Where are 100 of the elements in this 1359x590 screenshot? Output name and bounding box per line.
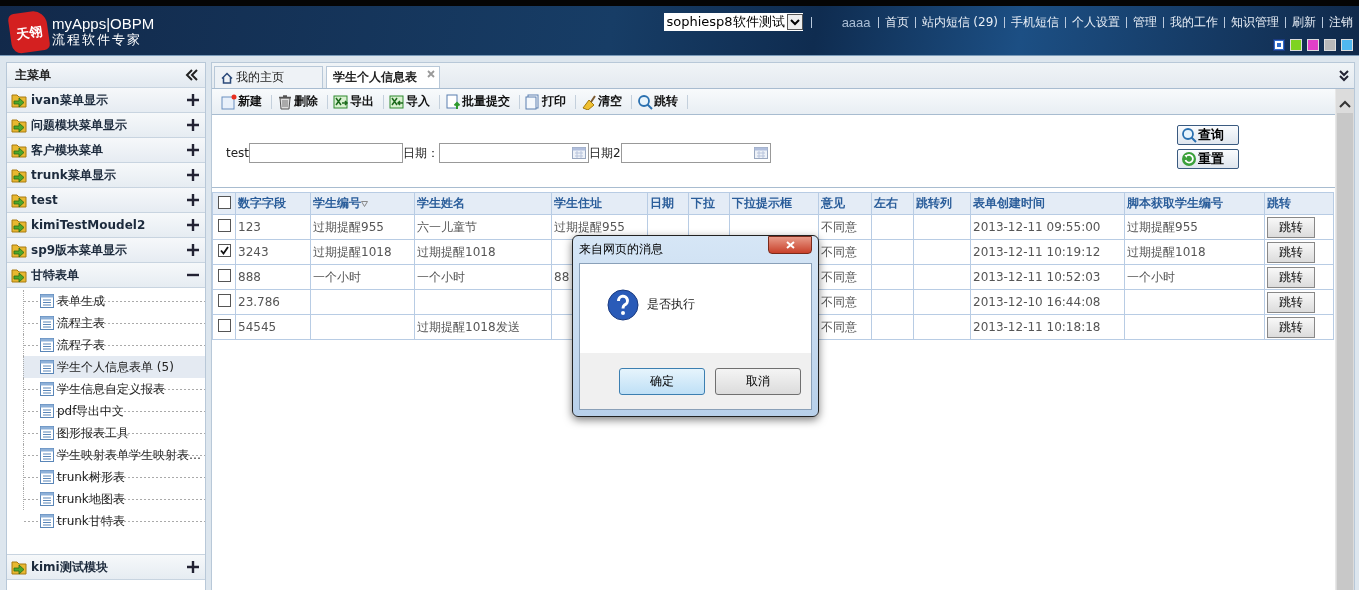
column-header[interactable]: 学生编号 xyxy=(310,192,415,215)
close-icon xyxy=(785,240,795,249)
scroll-up-icon[interactable] xyxy=(1338,99,1352,109)
table-cell: 23.786 xyxy=(235,289,311,315)
collapse-icon[interactable] xyxy=(185,69,199,81)
nav-link[interactable]: 站内短信 (29) xyxy=(914,16,1004,28)
table-cell: 2013-12-11 09:55:00 xyxy=(970,214,1125,240)
table-cell: 一个小时 xyxy=(310,264,415,290)
checkbox[interactable] xyxy=(217,294,231,307)
table-cell: 过期提醒1018 xyxy=(310,239,415,265)
table-icon xyxy=(40,338,54,352)
brush-icon xyxy=(581,93,597,110)
tab[interactable]: 我的主页 xyxy=(214,66,323,88)
column-header[interactable]: 学生姓名 xyxy=(414,192,552,215)
menu-header[interactable]: test xyxy=(7,188,205,213)
folder-icon xyxy=(11,192,27,208)
column-header[interactable]: 脚本获取学生编号 xyxy=(1124,192,1265,215)
jump-button[interactable]: 跳转 xyxy=(1267,216,1315,238)
tree-item[interactable]: 流程子表 xyxy=(23,334,205,356)
tree-item[interactable]: 表单生成 xyxy=(23,290,205,312)
tree-item[interactable]: 流程主表 xyxy=(23,312,205,334)
table-cell: 2013-12-11 10:19:12 xyxy=(970,239,1125,265)
tab[interactable]: 学生个人信息表 xyxy=(326,66,440,88)
checkbox[interactable] xyxy=(217,269,231,282)
table-cell: 过期提醒1018 xyxy=(1124,239,1265,265)
nav-link[interactable]: 手机短信 xyxy=(1004,16,1065,28)
home-icon xyxy=(221,71,233,84)
menu-header[interactable]: 甘特表单 xyxy=(7,263,205,288)
theme-swatch[interactable] xyxy=(1273,39,1285,51)
toolbar-button[interactable]: 批量提交 xyxy=(442,94,520,109)
nav-link[interactable]: 管理 xyxy=(1126,16,1163,28)
column-header[interactable]: 下拉 xyxy=(688,192,730,215)
column-header[interactable]: 意见 xyxy=(818,192,872,215)
tree-item[interactable]: trunk树形表 xyxy=(23,466,205,488)
menu-header[interactable]: trunk菜单显示 xyxy=(7,163,205,188)
nav-link[interactable]: 刷新 xyxy=(1285,16,1322,28)
ok-button[interactable]: 确定 xyxy=(619,367,705,395)
menu-header[interactable]: ivan菜单显示 xyxy=(7,88,205,113)
column-header[interactable]: 数字字段 xyxy=(235,192,311,215)
input-field[interactable] xyxy=(249,143,404,163)
toolbar-button[interactable]: 导出 xyxy=(330,94,384,109)
column-header[interactable]: 表单创建时间 xyxy=(970,192,1125,215)
column-header[interactable]: 跳转列 xyxy=(913,192,971,215)
close-icon[interactable] xyxy=(427,70,435,78)
menu-header[interactable]: kimi测试模块 xyxy=(7,555,205,580)
column-header[interactable]: 下拉提示框 xyxy=(729,192,819,215)
toolbar-button[interactable]: 跳转 xyxy=(634,94,688,109)
tab-menu-icon[interactable] xyxy=(1337,68,1351,83)
query-button[interactable]: 查询 xyxy=(1177,125,1239,145)
cancel-button[interactable]: 取消 xyxy=(715,367,801,395)
search-icon xyxy=(1181,127,1197,143)
column-header[interactable]: 左右 xyxy=(871,192,914,215)
app-title: myApps|OBPM xyxy=(52,16,155,32)
toolbar-button[interactable]: 清空 xyxy=(578,94,632,109)
date-field[interactable] xyxy=(439,143,590,163)
workspace-select[interactable]: sophiesp8软件测试 xyxy=(663,13,803,31)
expand-icon xyxy=(187,169,199,181)
toolbar-button[interactable]: 删除 xyxy=(274,94,328,109)
scrollbar[interactable] xyxy=(1335,89,1354,590)
nav-link[interactable]: 个人设置 xyxy=(1065,16,1126,28)
pages-icon xyxy=(525,93,541,110)
menu-header[interactable]: 客户模块菜单 xyxy=(7,138,205,163)
jump-button[interactable]: 跳转 xyxy=(1267,291,1315,313)
expand-icon xyxy=(187,219,199,231)
tree-item[interactable]: pdf导出中文 xyxy=(23,400,205,422)
tree-item[interactable]: 学生信息自定义报表 xyxy=(23,378,205,400)
column-header[interactable]: 学生住址 xyxy=(551,192,648,215)
menu-header[interactable]: 问题模块菜单显示 xyxy=(7,113,205,138)
menu-header[interactable]: sp9版本菜单显示 xyxy=(7,238,205,263)
menu-header[interactable]: kimiTestMoudel2 xyxy=(7,213,205,238)
tree-item[interactable]: 学生个人信息表单 (5) xyxy=(23,356,205,378)
tree-item[interactable]: 学生映射表单学生映射表… xyxy=(23,444,205,466)
nav-link[interactable]: 首页 xyxy=(877,16,915,28)
jump-button[interactable]: 跳转 xyxy=(1267,316,1315,338)
checkbox[interactable] xyxy=(217,219,231,232)
toolbar-button[interactable]: 导入 xyxy=(386,94,440,109)
table-cell: 一个小时 xyxy=(1124,264,1265,290)
toolbar-button[interactable]: 新建 xyxy=(218,94,272,109)
jump-button[interactable]: 跳转 xyxy=(1267,266,1315,288)
folder-icon xyxy=(11,242,27,258)
column-header[interactable]: 日期 xyxy=(647,192,689,215)
document-upload-icon xyxy=(445,93,461,110)
close-button[interactable] xyxy=(768,235,812,254)
jump-button[interactable]: 跳转 xyxy=(1267,241,1315,263)
nav-link[interactable]: 知识管理 xyxy=(1224,16,1285,28)
table-cell: 过期提醒955 xyxy=(310,214,415,240)
field-label: test xyxy=(226,146,250,160)
table-cell: 123 xyxy=(235,214,311,240)
checkbox[interactable] xyxy=(217,195,231,209)
checked-checkbox[interactable] xyxy=(217,244,231,257)
column-header[interactable]: 跳转 xyxy=(1264,192,1334,215)
nav-link[interactable]: 注销 xyxy=(1322,16,1353,28)
checkbox[interactable] xyxy=(217,319,231,332)
toolbar-button[interactable]: 打印 xyxy=(522,94,576,109)
reset-button[interactable]: 重置 xyxy=(1177,149,1239,169)
tree-item[interactable]: trunk地图表 xyxy=(23,488,205,510)
expand-icon xyxy=(187,144,199,156)
nav-link[interactable]: 我的工作 xyxy=(1163,16,1224,28)
date-field[interactable] xyxy=(620,143,771,163)
tree-item[interactable]: 图形报表工具 xyxy=(23,422,205,444)
